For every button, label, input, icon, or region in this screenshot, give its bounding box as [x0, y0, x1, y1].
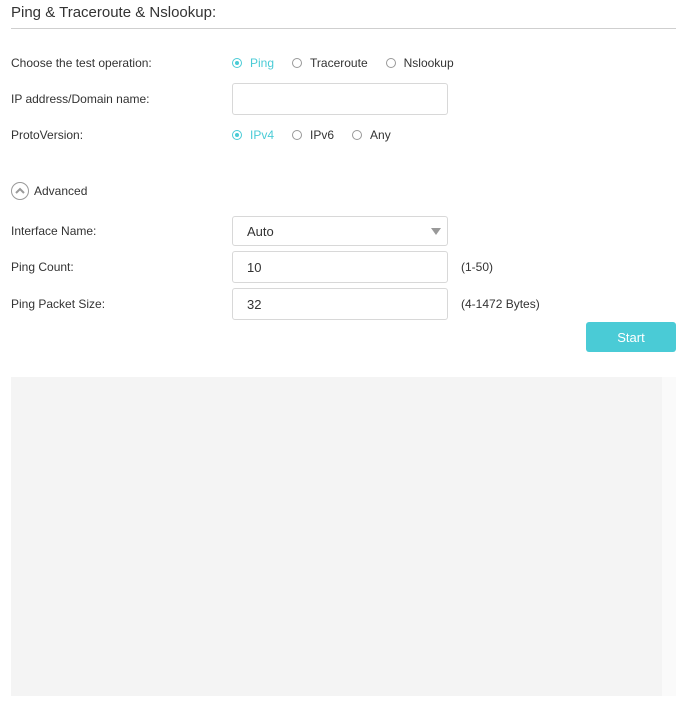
packet-size-hint: (4-1472 Bytes) — [461, 297, 540, 311]
operation-label: Choose the test operation: — [11, 56, 152, 70]
title-divider — [11, 28, 676, 29]
proto-radio-group: IPv4 IPv6 Any — [232, 128, 409, 142]
packet-size-label: Ping Packet Size: — [11, 297, 106, 311]
chevron-up-icon — [11, 182, 29, 200]
start-button[interactable]: Start — [586, 322, 676, 352]
address-input[interactable] — [232, 83, 448, 115]
radio-ipv6[interactable]: IPv6 — [292, 128, 334, 142]
radio-label: Any — [370, 128, 391, 142]
radio-circle — [292, 130, 303, 140]
radio-circle — [385, 58, 396, 68]
radio-circle — [232, 58, 242, 68]
page-title: Ping & Traceroute & Nslookup: — [11, 4, 217, 21]
interface-value: Auto — [247, 223, 274, 239]
interface-select[interactable]: Auto — [232, 216, 448, 246]
radio-label: Traceroute — [310, 56, 368, 70]
address-label: IP address/Domain name: — [11, 92, 150, 106]
radio-label: Ping — [250, 56, 275, 70]
packet-size-input[interactable] — [232, 288, 448, 320]
operation-radio-group: Ping Traceroute Nslookup — [232, 56, 472, 70]
radio-circle — [232, 130, 242, 140]
radio-ipv4[interactable]: IPv4 — [232, 128, 274, 142]
ping-count-hint: (1-50) — [461, 260, 494, 274]
advanced-label: Advanced — [34, 184, 88, 198]
radio-label: IPv4 — [250, 128, 275, 142]
radio-circle — [292, 58, 303, 68]
radio-label: IPv6 — [310, 128, 335, 142]
radio-ping[interactable]: Ping — [232, 56, 274, 70]
proto-label: ProtoVersion: — [11, 128, 84, 142]
radio-circle — [352, 130, 363, 140]
radio-traceroute[interactable]: Traceroute — [292, 56, 368, 70]
ping-count-input[interactable] — [232, 251, 448, 283]
ping-count-label: Ping Count: — [11, 260, 74, 274]
chevron-down-icon — [431, 228, 441, 235]
radio-any[interactable]: Any — [352, 128, 391, 142]
radio-label: Nslookup — [403, 56, 454, 70]
interface-label: Interface Name: — [11, 224, 97, 238]
result-output-area[interactable] — [11, 377, 662, 696]
advanced-toggle[interactable]: Advanced — [11, 182, 87, 200]
output-scrollbar[interactable] — [662, 377, 676, 696]
radio-nslookup[interactable]: Nslookup — [385, 56, 454, 70]
